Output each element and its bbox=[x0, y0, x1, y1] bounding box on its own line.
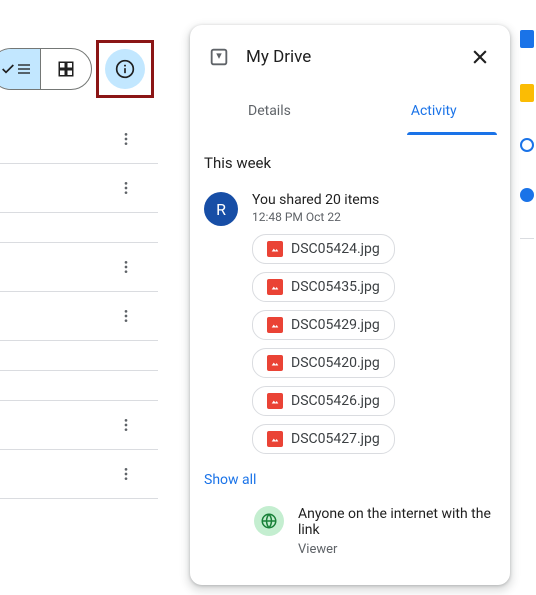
file-chip-label: DSC05435.jpg bbox=[291, 279, 380, 295]
file-row[interactable] bbox=[0, 401, 158, 450]
file-row[interactable] bbox=[0, 371, 158, 401]
panel-tabs: Details Activity bbox=[190, 89, 510, 134]
drive-icon bbox=[208, 46, 230, 68]
file-row[interactable] bbox=[0, 164, 158, 213]
file-row[interactable] bbox=[0, 292, 158, 341]
more-vert-icon bbox=[118, 308, 134, 324]
tab-activity[interactable]: Activity bbox=[371, 89, 497, 133]
image-file-icon bbox=[267, 355, 283, 371]
file-chip[interactable]: DSC05420.jpg bbox=[252, 348, 395, 378]
more-actions-button[interactable] bbox=[114, 462, 138, 486]
divider bbox=[520, 238, 534, 239]
panel-header: My Drive bbox=[190, 25, 510, 89]
more-actions-button[interactable] bbox=[114, 176, 138, 200]
details-panel: My Drive Details Activity This week R Yo… bbox=[190, 25, 510, 585]
file-row[interactable] bbox=[0, 115, 158, 164]
globe-icon bbox=[260, 512, 278, 530]
more-actions-button[interactable] bbox=[114, 413, 138, 437]
file-chip-list: DSC05424.jpg DSC05435.jpg DSC05429.jpg DSC0… bbox=[252, 234, 496, 462]
tasks-icon[interactable] bbox=[520, 138, 534, 152]
activity-title: You shared 20 items bbox=[252, 192, 496, 208]
more-vert-icon bbox=[118, 180, 134, 196]
image-file-icon bbox=[267, 317, 283, 333]
image-file-icon bbox=[267, 279, 283, 295]
file-chip[interactable]: DSC05427.jpg bbox=[252, 424, 395, 454]
activity-time: 12:48 PM Oct 22 bbox=[252, 210, 496, 224]
globe-badge bbox=[254, 506, 284, 536]
info-button-highlight bbox=[96, 40, 154, 98]
activity-entry: R You shared 20 items 12:48 PM Oct 22 DS… bbox=[204, 192, 496, 462]
more-vert-icon bbox=[118, 466, 134, 482]
view-toolbar bbox=[0, 40, 154, 98]
avatar: R bbox=[204, 192, 238, 226]
check-icon bbox=[0, 61, 16, 77]
file-chip[interactable]: DSC05429.jpg bbox=[252, 310, 395, 340]
section-header: This week bbox=[204, 154, 496, 172]
list-view-button[interactable] bbox=[0, 49, 41, 89]
file-chip-label: DSC05420.jpg bbox=[291, 355, 380, 371]
tab-details[interactable]: Details bbox=[208, 89, 331, 133]
more-actions-button[interactable] bbox=[114, 255, 138, 279]
keep-icon[interactable] bbox=[520, 84, 534, 102]
info-icon bbox=[115, 59, 135, 79]
file-row[interactable] bbox=[0, 213, 158, 243]
file-chip[interactable]: DSC05424.jpg bbox=[252, 234, 395, 264]
file-row[interactable] bbox=[0, 341, 158, 371]
close-button[interactable] bbox=[468, 45, 492, 69]
file-chip-label: DSC05429.jpg bbox=[291, 317, 380, 333]
more-vert-icon bbox=[118, 417, 134, 433]
more-actions-button[interactable] bbox=[114, 304, 138, 328]
grid-icon bbox=[57, 60, 75, 78]
more-vert-icon bbox=[118, 259, 134, 275]
list-icon bbox=[16, 61, 32, 77]
image-file-icon bbox=[267, 241, 283, 257]
show-all-link[interactable]: Show all bbox=[204, 472, 496, 488]
panel-body: This week R You shared 20 items 12:48 PM… bbox=[190, 134, 510, 554]
info-button[interactable] bbox=[105, 49, 145, 89]
share-info: Anyone on the internet with the link Vie… bbox=[204, 506, 496, 554]
close-icon bbox=[470, 47, 490, 67]
contacts-icon[interactable] bbox=[520, 188, 534, 202]
file-chip-label: DSC05427.jpg bbox=[291, 431, 380, 447]
file-row[interactable] bbox=[0, 450, 158, 499]
file-chip-label: DSC05424.jpg bbox=[291, 241, 380, 257]
side-addon-bar bbox=[518, 30, 536, 239]
file-chip[interactable]: DSC05435.jpg bbox=[252, 272, 395, 302]
file-chip-label: DSC05426.jpg bbox=[291, 393, 380, 409]
file-list bbox=[0, 115, 158, 499]
activity-content: You shared 20 items 12:48 PM Oct 22 DSC0… bbox=[252, 192, 496, 462]
share-role: Viewer bbox=[298, 542, 496, 554]
share-text: Anyone on the internet with the link bbox=[298, 506, 496, 538]
more-actions-button[interactable] bbox=[114, 127, 138, 151]
more-vert-icon bbox=[118, 131, 134, 147]
image-file-icon bbox=[267, 393, 283, 409]
file-chip[interactable]: DSC05426.jpg bbox=[252, 386, 395, 416]
grid-view-button[interactable] bbox=[41, 49, 91, 89]
calendar-icon[interactable] bbox=[520, 30, 534, 48]
file-row[interactable] bbox=[0, 243, 158, 292]
share-text-block: Anyone on the internet with the link Vie… bbox=[298, 506, 496, 554]
panel-title: My Drive bbox=[246, 47, 452, 67]
image-file-icon bbox=[267, 431, 283, 447]
view-toggle-group bbox=[0, 48, 92, 90]
